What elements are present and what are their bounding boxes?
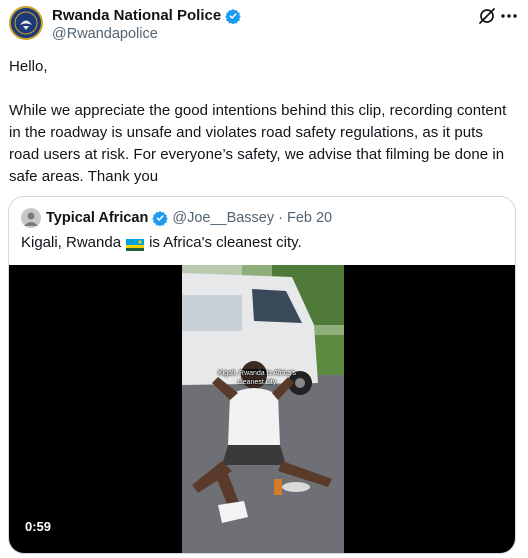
video-duration: 0:59 [25, 519, 52, 534]
quoted-display-name[interactable]: Typical African [46, 209, 148, 227]
author-name-row: Rwanda National Police [52, 7, 241, 25]
video-caption: Kigali, Rwanda is Africa's cleanest city [218, 370, 296, 386]
video-thumbnail[interactable] [182, 265, 344, 553]
author-handle[interactable]: @Rwandapolice [52, 25, 158, 43]
quoted-text-end: is Africa's cleanest city. [149, 234, 302, 251]
video-player[interactable]: Kigali, Rwanda is Africa's cleanest city… [9, 265, 515, 553]
quoted-tweet[interactable]: Typical African @Joe__Bassey · Feb 20 Ki… [8, 196, 516, 554]
more-options-icon[interactable] [499, 6, 519, 26]
tweet-text: Hello, While we appreciate the good inte… [9, 56, 515, 188]
rwanda-flag-icon [126, 237, 145, 251]
tweet-header: Rwanda National Police @Rwandapolice [9, 6, 519, 46]
quoted-tweet-header: Typical African @Joe__Bassey · Feb 20 [21, 208, 332, 228]
verified-badge-icon [152, 210, 169, 227]
tweet-greeting: Hello, [9, 58, 48, 75]
quoted-date[interactable]: Feb 20 [287, 209, 332, 227]
quoted-handle[interactable]: @Joe__Bassey [172, 209, 274, 227]
verified-badge-icon [225, 8, 241, 25]
author-avatar[interactable] [9, 6, 43, 40]
separator-dot: · [278, 210, 283, 226]
quoted-author-avatar[interactable] [21, 208, 41, 228]
tweet-body: While we appreciate the good intentions … [9, 102, 507, 185]
grok-icon[interactable] [477, 6, 497, 26]
quoted-text: Kigali, Rwanda is Africa's cleanest city… [21, 233, 302, 253]
quoted-text-start: Kigali, Rwanda [21, 234, 122, 251]
author-display-name[interactable]: Rwanda National Police [52, 7, 221, 25]
